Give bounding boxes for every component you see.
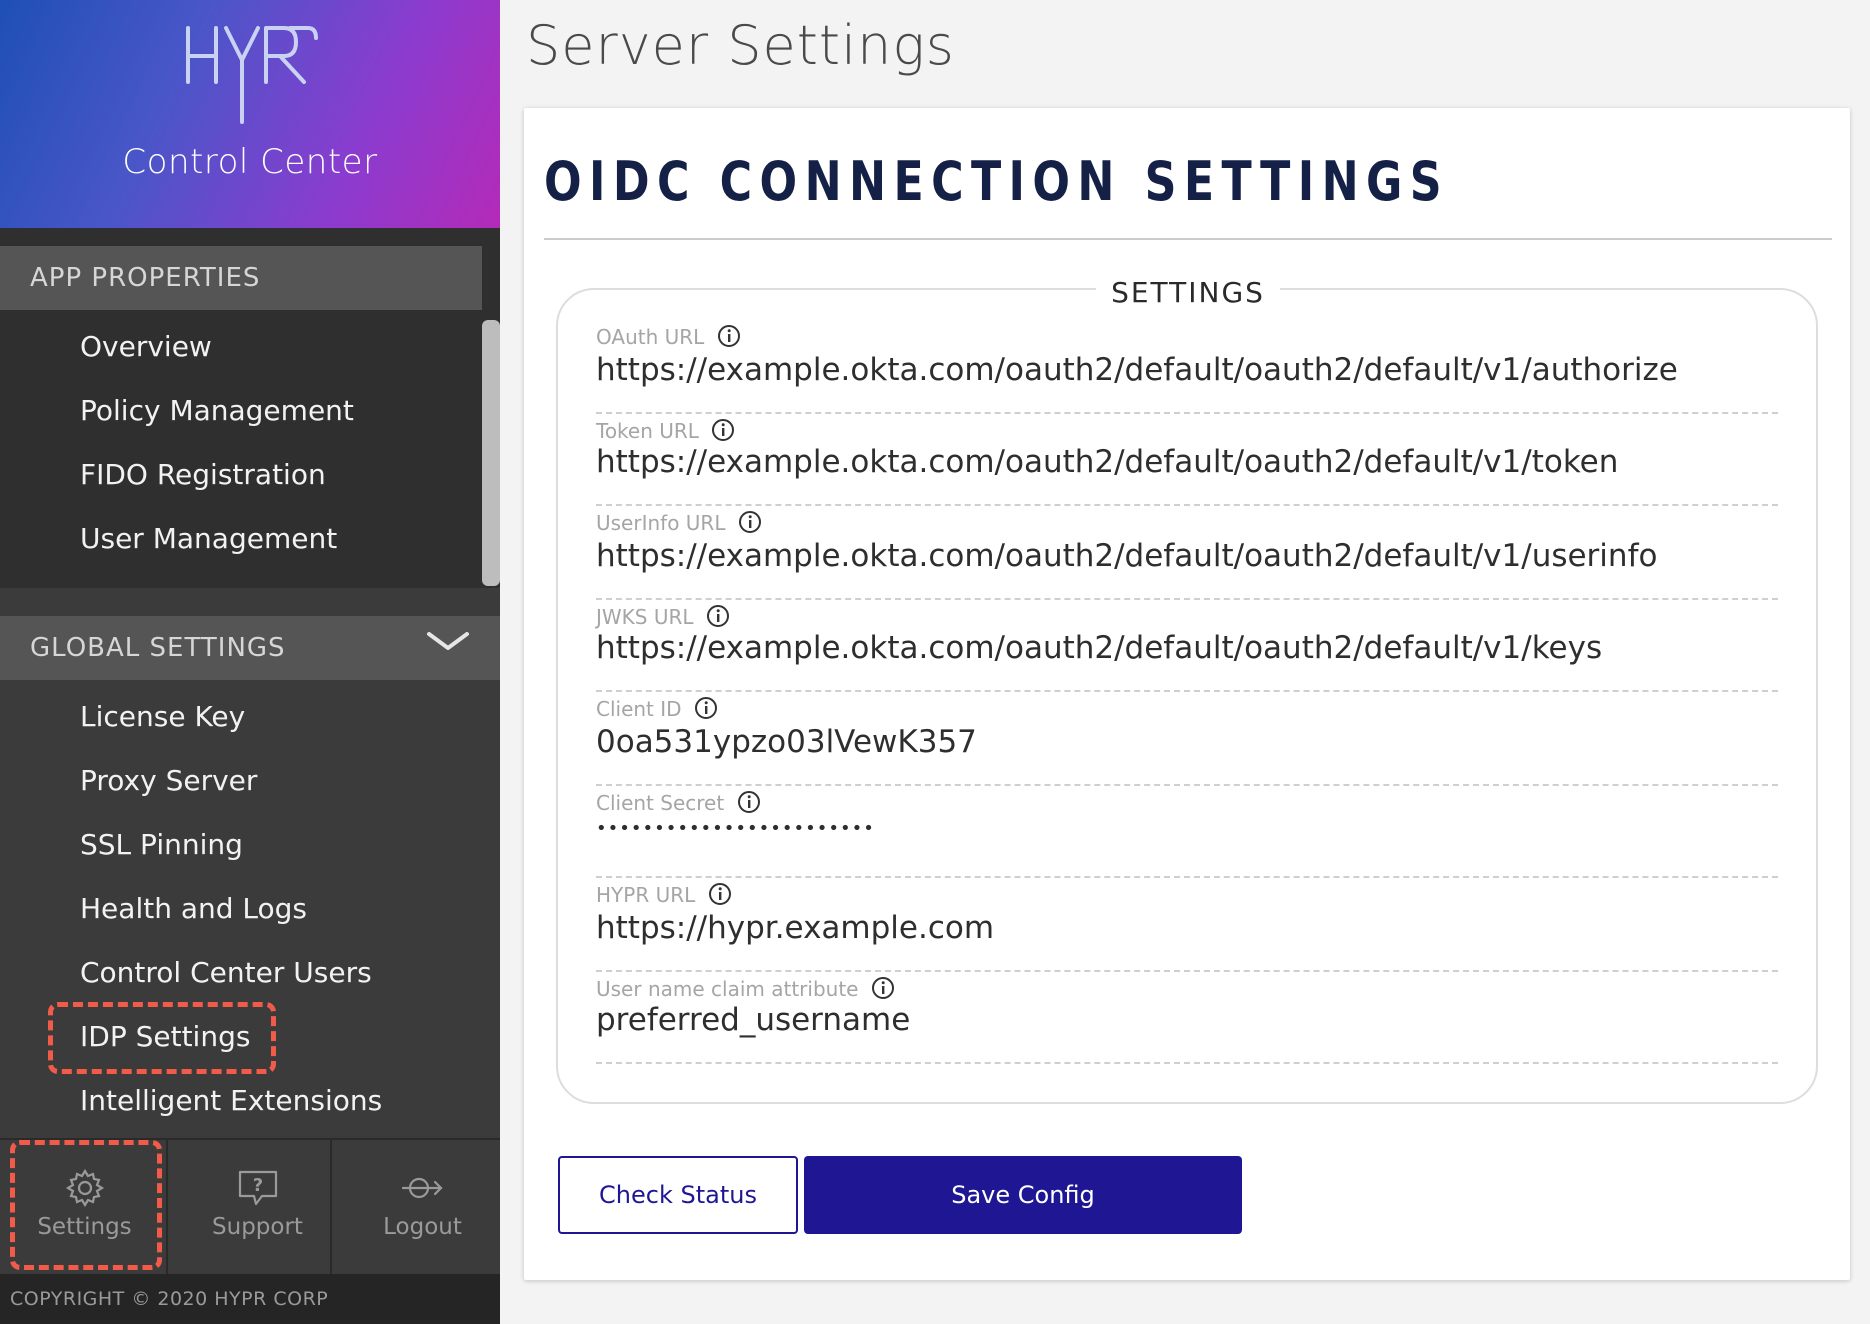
field-underline xyxy=(596,690,1778,692)
info-icon[interactable] xyxy=(706,604,730,628)
jwks-url-label-text: JWKS URL xyxy=(596,605,694,629)
page-title: Server Settings xyxy=(526,14,955,77)
sidebar-item-control-center-users[interactable]: Control Center Users xyxy=(80,956,372,989)
field-underline xyxy=(596,504,1778,506)
info-icon[interactable] xyxy=(871,976,895,1000)
brand-header: Control Center xyxy=(0,0,500,228)
field-underline xyxy=(596,970,1778,972)
hypr-url-field[interactable]: https://hypr.example.com xyxy=(596,910,994,946)
username-claim-field[interactable]: preferred_username xyxy=(596,1002,910,1038)
sidebar-item-ssl-pinning[interactable]: SSL Pinning xyxy=(80,828,243,861)
info-icon[interactable] xyxy=(737,790,761,814)
username-claim-label: User name claim attribute xyxy=(596,976,895,1001)
sidebar-item-fido-registration[interactable]: FIDO Registration xyxy=(80,458,326,491)
field-underline xyxy=(596,1062,1778,1064)
footer-support-button[interactable]: ? Support xyxy=(175,1140,340,1274)
client-id-label: Client ID xyxy=(596,696,718,721)
oauth-url-label-text: OAuth URL xyxy=(596,325,705,349)
settings-legend: SETTINGS xyxy=(1096,276,1280,309)
question-bubble-icon: ? xyxy=(238,1170,277,1206)
sidebar-item-intelligent-extensions[interactable]: Intelligent Extensions xyxy=(80,1084,382,1117)
idp-settings-highlight xyxy=(48,1002,276,1074)
hypr-url-label-text: HYPR URL xyxy=(596,883,696,907)
chevron-down-icon[interactable] xyxy=(425,628,471,656)
hypr-logo xyxy=(186,26,318,124)
jwks-url-label: JWKS URL xyxy=(596,604,730,629)
footer-logout-button[interactable]: Logout xyxy=(340,1140,505,1274)
info-icon[interactable] xyxy=(711,418,735,442)
username-claim-label-text: User name claim attribute xyxy=(596,977,859,1001)
product-name: Control Center xyxy=(122,142,378,182)
sidebar-item-policy-management[interactable]: Policy Management xyxy=(80,394,354,427)
title-divider xyxy=(544,238,1832,240)
field-underline xyxy=(596,784,1778,786)
sidebar-item-license-key[interactable]: License Key xyxy=(80,700,245,733)
oauth-url-label: OAuth URL xyxy=(596,324,741,349)
token-url-label-text: Token URL xyxy=(596,419,699,443)
jwks-url-field[interactable]: https://example.okta.com/oauth2/default/… xyxy=(596,630,1602,666)
userinfo-url-label-text: UserInfo URL xyxy=(596,511,726,535)
settings-highlight xyxy=(10,1140,162,1270)
footer-logout-label: Logout xyxy=(383,1214,462,1240)
info-icon[interactable] xyxy=(717,324,741,348)
info-icon[interactable] xyxy=(708,882,732,906)
sidebar-scrollbar[interactable] xyxy=(482,320,500,586)
sidebar-item-overview[interactable]: Overview xyxy=(80,330,212,363)
field-underline xyxy=(596,598,1778,600)
footer-divider xyxy=(166,1140,168,1274)
info-icon[interactable] xyxy=(694,696,718,720)
footer-support-label: Support xyxy=(212,1214,303,1240)
footer-divider xyxy=(330,1140,332,1274)
token-url-label: Token URL xyxy=(596,418,735,443)
check-status-button[interactable]: Check Status xyxy=(558,1156,798,1234)
field-underline xyxy=(596,876,1778,878)
sidebar-item-user-management[interactable]: User Management xyxy=(80,522,337,555)
oauth-url-field[interactable]: https://example.okta.com/oauth2/default/… xyxy=(596,352,1678,388)
hypr-url-label: HYPR URL xyxy=(596,882,732,907)
userinfo-url-field[interactable]: https://example.okta.com/oauth2/default/… xyxy=(596,538,1657,574)
logout-icon xyxy=(401,1177,443,1199)
client-id-label-text: Client ID xyxy=(596,697,682,721)
field-underline xyxy=(596,412,1778,414)
svg-text:?: ? xyxy=(252,1175,262,1196)
client-secret-label: Client Secret xyxy=(596,790,761,815)
info-icon[interactable] xyxy=(738,510,762,534)
save-config-button[interactable]: Save Config xyxy=(804,1156,1242,1234)
client-secret-field[interactable]: •••••••••••••••••••••••• xyxy=(596,818,875,839)
copyright-text: COPYRIGHT © 2020 HYPR CORP xyxy=(0,1274,500,1324)
token-url-field[interactable]: https://example.okta.com/oauth2/default/… xyxy=(596,444,1618,480)
sidebar-item-health-and-logs[interactable]: Health and Logs xyxy=(80,892,307,925)
app-properties-header[interactable]: APP PROPERTIES xyxy=(0,246,482,310)
client-id-field[interactable]: 0oa531ypzo03lVewK357 xyxy=(596,724,977,760)
client-secret-label-text: Client Secret xyxy=(596,791,725,815)
card-title: OIDC CONNECTION SETTINGS xyxy=(544,150,1450,213)
sidebar-item-proxy-server[interactable]: Proxy Server xyxy=(80,764,257,797)
userinfo-url-label: UserInfo URL xyxy=(596,510,762,535)
